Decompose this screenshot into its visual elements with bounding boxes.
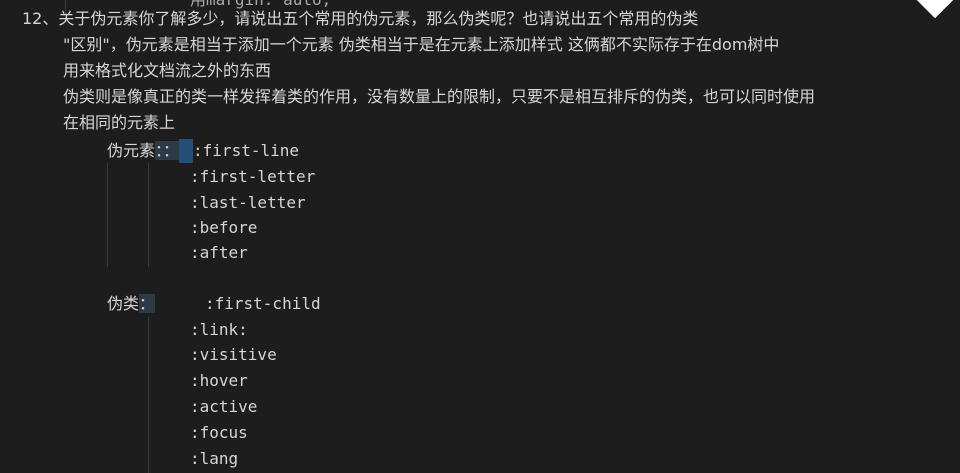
corner-widget (913, 0, 957, 19)
code-item: :focus (190, 423, 248, 442)
code-item: :first-child (205, 294, 321, 313)
code-item: :hover (190, 371, 248, 390)
code-item: :after (190, 243, 248, 262)
indent-guide (148, 163, 149, 267)
text-line: "区别"，伪元素是相当于添加一个元素 伪类相当于是在元素上添加样式 这俩都不实际… (63, 35, 780, 54)
selection: ： (139, 294, 156, 313)
code-item: :last-letter (190, 193, 306, 212)
indent-guide (148, 317, 149, 473)
question-text: 关于伪元素你了解多少，请说出五个常用的伪元素，那么伪类呢？也请说出五个常用的伪类 (58, 9, 699, 28)
code-item: :lang (190, 449, 239, 468)
code-item: :active (190, 397, 258, 416)
pseudo-element-label: 伪元素 (107, 141, 156, 160)
text-line: 伪类则是像真正的类一样发挥着类的作用，没有数量上的限制，只要不是相互排斥的伪类，… (63, 87, 816, 106)
code-item: :visitive (190, 345, 277, 364)
code-item: :first-line (193, 141, 299, 160)
selection: ：： (155, 141, 180, 160)
code-item: :before (190, 218, 258, 237)
pseudo-class-label: 伪类 (107, 294, 140, 313)
text-line: 在相同的元素上 (63, 113, 176, 132)
code-item: :first-letter (190, 167, 316, 186)
code-item: :link: (190, 320, 248, 339)
indent-guide (107, 163, 108, 267)
text-line: 用来格式化文档流之外的东西 (63, 61, 272, 80)
question-number: 12、 (22, 9, 59, 28)
